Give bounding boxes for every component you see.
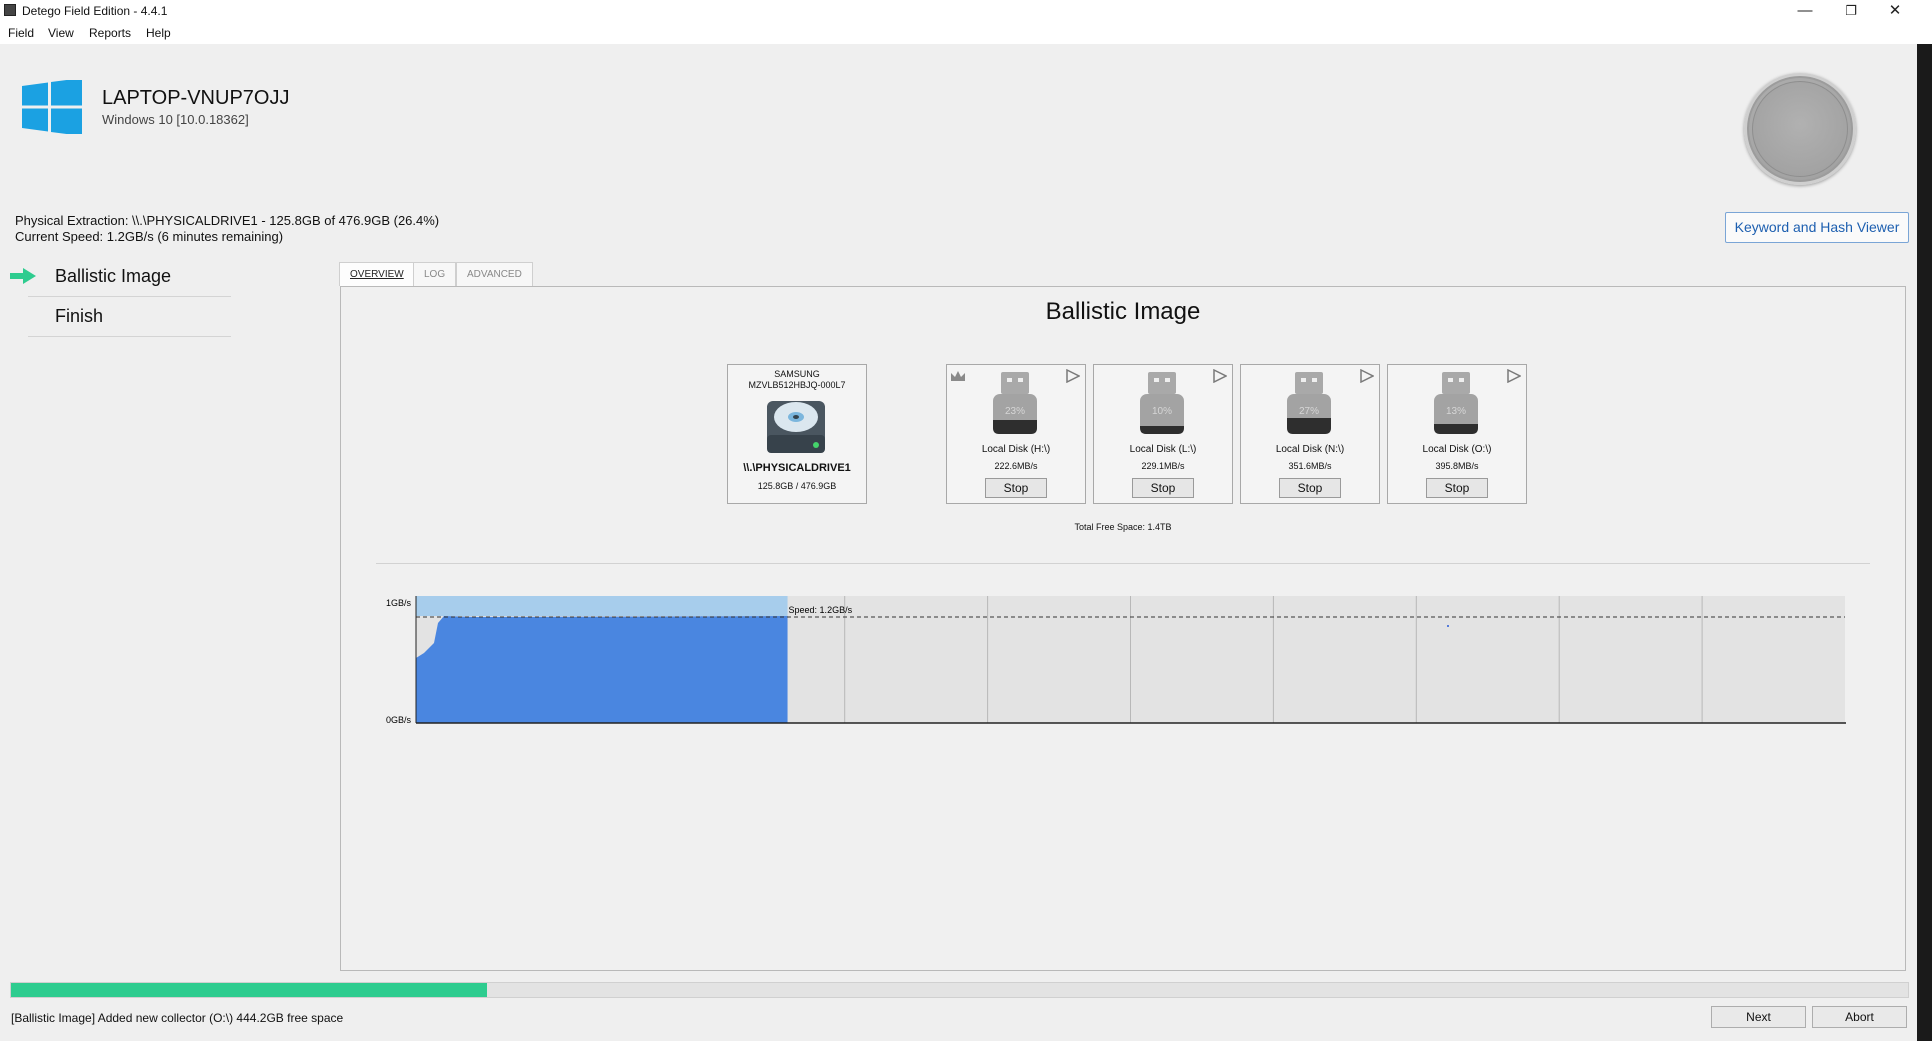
stop-button-l[interactable]: Stop xyxy=(1132,478,1194,498)
total-free-space: Total Free Space: 1.4TB xyxy=(1074,522,1172,532)
target-name: Local Disk (H:\) xyxy=(981,444,1051,455)
target-rate: 395.8MB/s xyxy=(1435,461,1479,471)
target-rate: 222.6MB/s xyxy=(994,461,1038,471)
speed-annotation: Speed: 1.2GB/s xyxy=(789,605,853,615)
menu-view[interactable]: View xyxy=(48,26,74,40)
source-drive-name: \\.\PHYSICALDRIVE1 xyxy=(743,462,851,474)
y-tick-top: 1GB/s xyxy=(386,598,412,608)
target-percent: 13% xyxy=(1446,406,1466,417)
chart-dot xyxy=(1447,625,1449,627)
play-icon[interactable] xyxy=(1507,369,1521,383)
host-name: LAPTOP-VNUP7OJJ xyxy=(102,87,290,109)
step-divider xyxy=(28,336,231,337)
overall-progress-fill xyxy=(11,983,487,997)
panel-title: Ballistic Image xyxy=(1045,298,1201,325)
step-divider xyxy=(28,296,231,297)
play-icon[interactable] xyxy=(1360,369,1374,383)
tab-overview[interactable]: OVERVIEW xyxy=(339,262,415,286)
current-speed: Current Speed: 1.2GB/s (6 minutes remain… xyxy=(15,229,284,244)
status-indicator-inner xyxy=(1752,81,1848,177)
status-message: [Ballistic Image] Added new collector (O… xyxy=(11,1011,344,1025)
elapsed-band xyxy=(416,596,788,616)
source-drive-size: 125.8GB / 476.9GB xyxy=(757,481,837,491)
usb-drive-icon: 23% xyxy=(993,372,1037,434)
play-icon[interactable] xyxy=(1066,369,1080,383)
stop-button-h[interactable]: Stop xyxy=(985,478,1047,498)
speed-area xyxy=(416,616,788,723)
target-name: Local Disk (N:\) xyxy=(1275,444,1345,455)
title-bar xyxy=(0,0,1932,22)
host-os: Windows 10 [10.0.18362] xyxy=(102,112,249,127)
play-icon[interactable] xyxy=(1213,369,1227,383)
target-rate: 229.1MB/s xyxy=(1141,461,1185,471)
source-model: MZVLB512HBJQ-000L7 xyxy=(748,380,846,390)
hard-drive-icon xyxy=(767,401,825,453)
speed-chart: 1GB/s 0GB/s Speed: 1.2GB/s xyxy=(386,596,1846,725)
tab-log[interactable]: LOG xyxy=(413,262,457,286)
keyword-hash-viewer-button[interactable]: Keyword and Hash Viewer xyxy=(1725,212,1909,243)
menu-help[interactable]: Help xyxy=(146,26,171,40)
usb-drive-icon: 10% xyxy=(1140,372,1184,434)
menu-reports[interactable]: Reports xyxy=(89,26,131,40)
stop-button-o[interactable]: Stop xyxy=(1426,478,1488,498)
y-tick-bottom: 0GB/s xyxy=(386,715,412,725)
step-ballistic-image[interactable]: Ballistic Image xyxy=(55,266,171,287)
app-icon xyxy=(4,4,16,16)
stop-button-n[interactable]: Stop xyxy=(1279,478,1341,498)
target-name: Local Disk (O:\) xyxy=(1422,444,1492,455)
target-rate: 351.6MB/s xyxy=(1288,461,1332,471)
current-step-arrow-icon xyxy=(10,268,36,284)
menu-bar xyxy=(0,22,1932,44)
menu-field[interactable]: Field xyxy=(8,26,34,40)
extraction-status: Physical Extraction: \\.\PHYSICALDRIVE1 … xyxy=(15,213,440,228)
minimize-button[interactable]: — xyxy=(1782,0,1828,22)
window-title: Detego Field Edition - 4.4.1 xyxy=(22,4,168,18)
usb-drive-icon: 27% xyxy=(1287,372,1331,434)
next-button[interactable]: Next xyxy=(1711,1006,1806,1028)
source-vendor: SAMSUNG xyxy=(774,369,820,379)
usb-drive-icon: 13% xyxy=(1434,372,1478,434)
step-finish[interactable]: Finish xyxy=(55,306,103,327)
background-edge xyxy=(1917,44,1932,1041)
windows-logo-icon xyxy=(22,80,82,134)
primary-crown-icon xyxy=(951,371,965,381)
abort-button[interactable]: Abort xyxy=(1812,1006,1907,1028)
restore-button[interactable]: ❐ xyxy=(1828,0,1874,22)
tab-advanced[interactable]: ADVANCED xyxy=(456,262,533,286)
close-button[interactable]: ✕ xyxy=(1872,0,1918,22)
target-name: Local Disk (L:\) xyxy=(1129,444,1197,455)
panel-divider xyxy=(376,563,1870,564)
target-percent: 27% xyxy=(1299,406,1319,417)
target-percent: 10% xyxy=(1152,406,1172,417)
target-percent: 23% xyxy=(1005,406,1025,417)
